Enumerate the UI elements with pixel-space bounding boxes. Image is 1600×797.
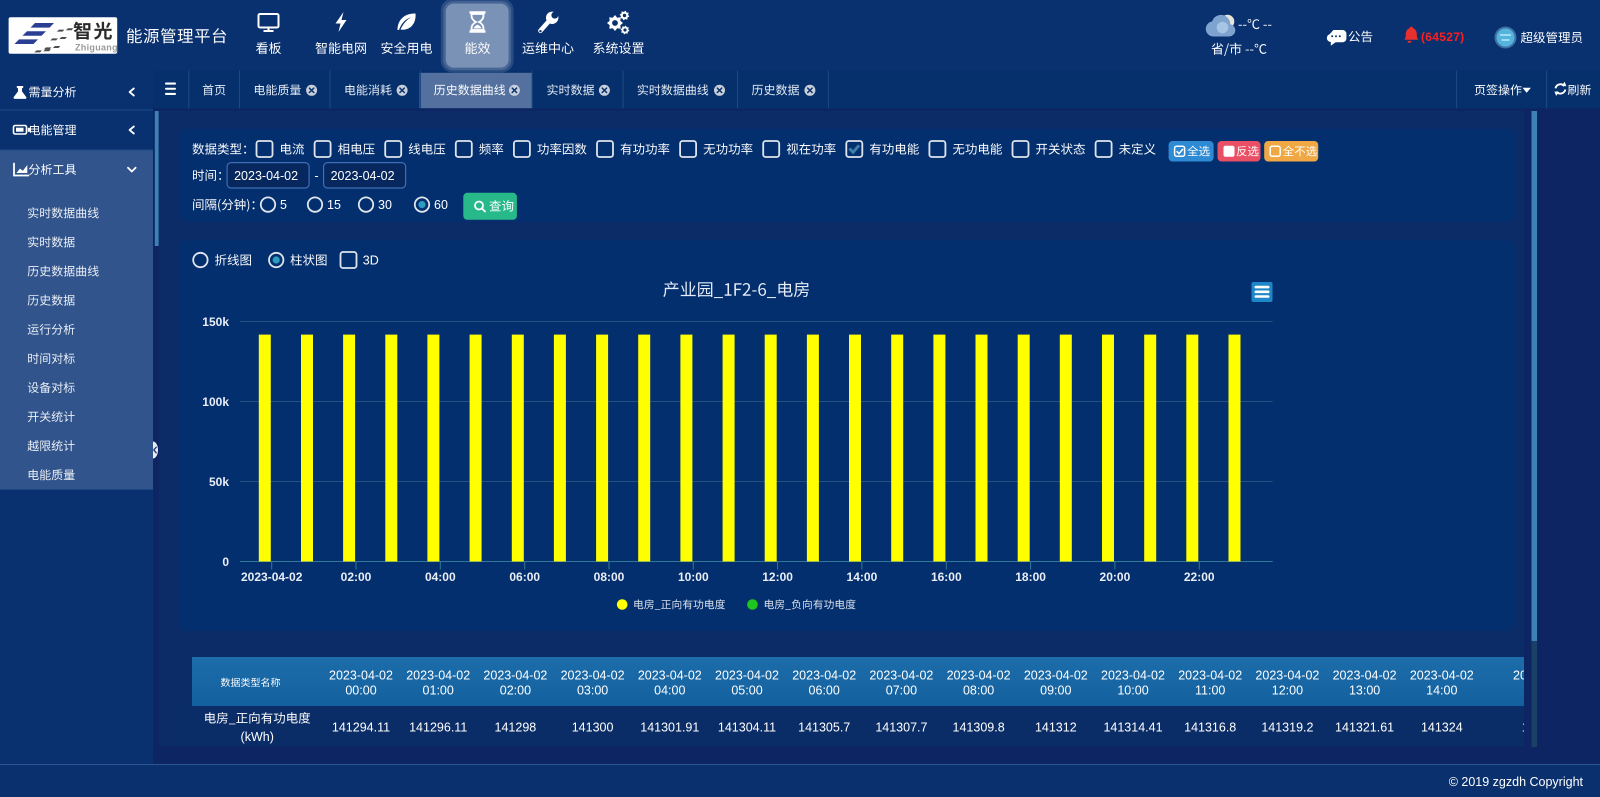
svg-text:141321.61: 141321.61 — [1335, 721, 1394, 735]
svg-text:141309.8: 141309.8 — [953, 721, 1005, 735]
svg-text:10:00: 10:00 — [678, 570, 709, 584]
svg-text:14:00: 14:00 — [1426, 684, 1457, 698]
svg-text:© 2019 zgzdh Copyright: © 2019 zgzdh Copyright — [1449, 775, 1584, 789]
svg-text:2023-04-02: 2023-04-02 — [406, 669, 470, 683]
svg-text:2023-04-02: 2023-04-02 — [1410, 669, 1474, 683]
svg-text:06:00: 06:00 — [509, 570, 540, 584]
svg-text:0: 0 — [222, 555, 229, 569]
svg-text:150k: 150k — [202, 315, 229, 329]
svg-text:2023-04-02: 2023-04-02 — [561, 669, 625, 683]
svg-text:08:00: 08:00 — [594, 570, 625, 584]
svg-text:09:00: 09:00 — [1040, 684, 1071, 698]
svg-text:20:00: 20:00 — [1100, 570, 1131, 584]
svg-text:3D: 3D — [363, 254, 379, 268]
svg-text:50k: 50k — [209, 475, 229, 489]
svg-text:03:00: 03:00 — [577, 684, 608, 698]
svg-text:2023-04-02: 2023-04-02 — [715, 669, 779, 683]
svg-text:16:00: 16:00 — [931, 570, 962, 584]
svg-text:141301.91: 141301.91 — [640, 721, 699, 735]
svg-text:141324: 141324 — [1421, 721, 1463, 735]
svg-text:5: 5 — [280, 198, 287, 212]
svg-text:07:00: 07:00 — [886, 684, 917, 698]
svg-text:141305.7: 141305.7 — [798, 721, 850, 735]
svg-text:2023-04-02: 2023-04-02 — [792, 669, 856, 683]
svg-text:2023-04-02: 2023-04-02 — [1255, 669, 1319, 683]
svg-text:2023-04-02: 2023-04-02 — [1178, 669, 1242, 683]
svg-text:04:00: 04:00 — [425, 570, 456, 584]
svg-text:04:00: 04:00 — [654, 684, 685, 698]
svg-text:2023-04-02: 2023-04-02 — [483, 669, 547, 683]
svg-text:2023-04-02: 2023-04-02 — [1333, 669, 1397, 683]
svg-text:(kWh): (kWh) — [241, 730, 274, 744]
svg-text:Zhiguang: Zhiguang — [75, 43, 118, 53]
svg-text:02:00: 02:00 — [341, 570, 372, 584]
svg-text:(64527): (64527) — [1421, 30, 1464, 44]
svg-text:141296.11: 141296.11 — [409, 721, 467, 735]
svg-text:2023-04-02: 2023-04-02 — [234, 169, 298, 183]
svg-text:00:00: 00:00 — [345, 684, 376, 698]
svg-text:18:00: 18:00 — [1015, 570, 1046, 584]
svg-text:14:00: 14:00 — [847, 570, 878, 584]
svg-text:-: - — [314, 169, 318, 183]
svg-text:22:00: 22:00 — [1184, 570, 1215, 584]
svg-text:12:00: 12:00 — [762, 570, 793, 584]
svg-text:12:00: 12:00 — [1272, 684, 1303, 698]
svg-text:100k: 100k — [202, 395, 229, 409]
svg-text:13:00: 13:00 — [1349, 684, 1380, 698]
svg-text:2023-04-02: 2023-04-02 — [869, 669, 933, 683]
svg-text:11:00: 11:00 — [1195, 684, 1225, 698]
svg-text:30: 30 — [378, 198, 392, 212]
svg-text:141300: 141300 — [572, 721, 614, 735]
svg-text:60: 60 — [434, 198, 448, 212]
svg-text:2023-04-02: 2023-04-02 — [947, 669, 1011, 683]
svg-text:141304.11: 141304.11 — [718, 721, 776, 735]
svg-text:02:00: 02:00 — [500, 684, 531, 698]
svg-text:141307.7: 141307.7 — [875, 721, 927, 735]
svg-text:141298: 141298 — [495, 721, 537, 735]
svg-text:2023-04-02: 2023-04-02 — [241, 570, 303, 584]
svg-text:2023-04-02: 2023-04-02 — [329, 669, 393, 683]
svg-text:141316.8: 141316.8 — [1184, 721, 1236, 735]
svg-text:10:00: 10:00 — [1117, 684, 1148, 698]
svg-text:141314.41: 141314.41 — [1103, 721, 1162, 735]
svg-text:141294.11: 141294.11 — [332, 721, 390, 735]
svg-text:01:00: 01:00 — [423, 684, 454, 698]
svg-text:06:00: 06:00 — [809, 684, 840, 698]
svg-text:141319.2: 141319.2 — [1261, 721, 1313, 735]
svg-text:2023-04-02: 2023-04-02 — [1101, 669, 1165, 683]
svg-text:141312: 141312 — [1035, 721, 1077, 735]
svg-text:15: 15 — [327, 198, 341, 212]
svg-text:2023-04-02: 2023-04-02 — [331, 169, 395, 183]
svg-text:2023-04-02: 2023-04-02 — [1024, 669, 1088, 683]
svg-text:08:00: 08:00 — [963, 684, 994, 698]
svg-text:2023-04-02: 2023-04-02 — [638, 669, 702, 683]
svg-text:05:00: 05:00 — [731, 684, 762, 698]
